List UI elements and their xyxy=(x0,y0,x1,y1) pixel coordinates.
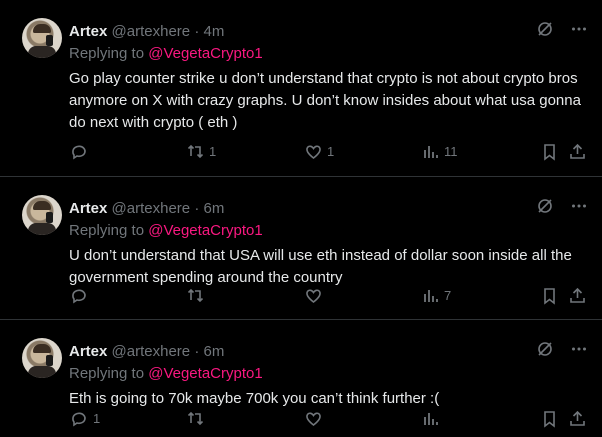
mention-link[interactable]: @VegetaCrypto1 xyxy=(148,222,262,239)
avatar[interactable] xyxy=(22,338,62,378)
bookmark-button[interactable] xyxy=(540,284,559,306)
reply-count: 1 xyxy=(93,410,101,426)
reply-button[interactable] xyxy=(70,284,93,306)
author-name[interactable]: Artex xyxy=(69,23,107,40)
like-count: 1 xyxy=(327,143,335,159)
share-button[interactable] xyxy=(568,407,587,429)
mention-link[interactable]: @VegetaCrypto1 xyxy=(148,45,262,62)
grok-icon[interactable] xyxy=(536,20,554,43)
share-button[interactable] xyxy=(568,140,587,162)
timestamp[interactable]: 6m xyxy=(203,343,224,360)
tweet[interactable]: Artex @artexhere · 4m Replying to @Veget… xyxy=(0,0,602,177)
like-button[interactable] xyxy=(304,284,327,306)
tweet-header: Artex @artexhere · 6m xyxy=(69,342,224,361)
author-handle[interactable]: @artexhere xyxy=(112,200,191,217)
timestamp[interactable]: 6m xyxy=(203,200,224,217)
grok-icon[interactable] xyxy=(536,197,554,220)
avatar[interactable] xyxy=(22,195,62,235)
separator-dot: · xyxy=(194,23,200,40)
tweet-text: Go play counter strike u don’t understan… xyxy=(69,70,581,131)
author-handle[interactable]: @artexhere xyxy=(112,23,191,40)
tweet[interactable]: Artex @artexhere · 6m Replying to @Veget… xyxy=(0,177,602,320)
retweet-button[interactable] xyxy=(186,407,209,429)
views-button[interactable]: 7 xyxy=(421,284,451,306)
share-button[interactable] xyxy=(568,284,587,306)
reply-button[interactable] xyxy=(70,140,93,162)
reply-button[interactable]: 1 xyxy=(70,407,100,429)
like-button[interactable]: 1 xyxy=(304,140,334,162)
more-icon[interactable] xyxy=(570,340,588,363)
timestamp[interactable]: 4m xyxy=(203,23,224,40)
replying-to: Replying to @VegetaCrypto1 xyxy=(69,365,263,382)
more-icon[interactable] xyxy=(570,20,588,43)
tweet-header: Artex @artexhere · 4m xyxy=(69,22,224,41)
tweet-header: Artex @artexhere · 6m xyxy=(69,199,224,218)
tweet-actions: 1 1 11 xyxy=(62,140,588,162)
like-button[interactable] xyxy=(304,407,327,429)
more-icon[interactable] xyxy=(570,197,588,220)
views-button[interactable] xyxy=(421,407,444,429)
replying-to: Replying to @VegetaCrypto1 xyxy=(69,222,263,239)
replying-to: Replying to @VegetaCrypto1 xyxy=(69,45,263,62)
retweet-button[interactable] xyxy=(186,284,209,306)
author-handle[interactable]: @artexhere xyxy=(112,343,191,360)
separator-dot: · xyxy=(194,200,200,217)
bookmark-button[interactable] xyxy=(540,407,559,429)
separator-dot: · xyxy=(194,343,200,360)
author-name[interactable]: Artex xyxy=(69,200,107,217)
views-count: 11 xyxy=(444,143,458,159)
author-name[interactable]: Artex xyxy=(69,343,107,360)
grok-icon[interactable] xyxy=(536,340,554,363)
mention-link[interactable]: @VegetaCrypto1 xyxy=(148,365,262,382)
avatar[interactable] xyxy=(22,18,62,58)
tweet-actions: 7 xyxy=(62,284,588,306)
retweet-count: 1 xyxy=(209,143,217,159)
views-count: 7 xyxy=(444,287,452,303)
views-button[interactable]: 11 xyxy=(421,140,458,162)
retweet-button[interactable]: 1 xyxy=(186,140,216,162)
tweet-actions: 1 xyxy=(62,407,588,429)
tweet[interactable]: Artex @artexhere · 6m Replying to @Veget… xyxy=(0,320,602,437)
bookmark-button[interactable] xyxy=(540,140,559,162)
tweet-text: U don’t understand that USA will use eth… xyxy=(69,247,572,286)
